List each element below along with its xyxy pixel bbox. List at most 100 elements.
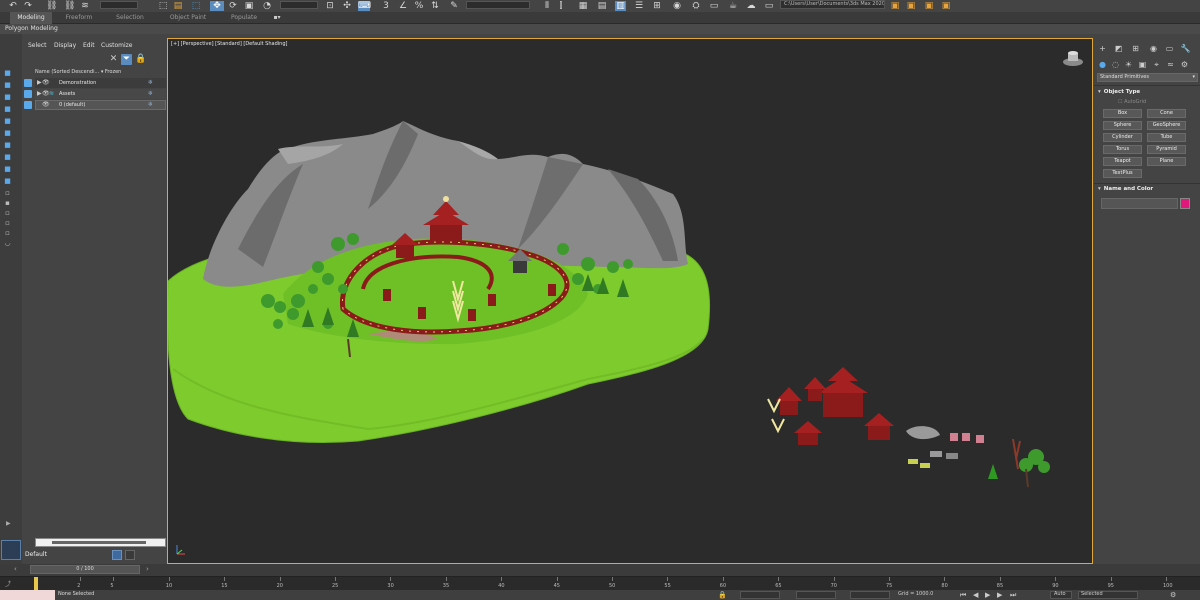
display-cameras-icon[interactable]: ■ [3, 130, 12, 137]
toggle-scene-explorer-icon[interactable]: ▦ [578, 1, 588, 11]
lock-selection-icon[interactable]: 🔒 [718, 590, 727, 600]
sphere-button[interactable]: Sphere [1103, 121, 1142, 130]
spinner-snap-icon[interactable]: ⇅ [430, 1, 440, 11]
x-coordinate-field[interactable] [740, 591, 780, 599]
display-xrefs-icon[interactable]: ■ [3, 178, 12, 185]
select-scale-icon[interactable]: ▣ [244, 1, 254, 11]
pivot-center-icon[interactable]: ⊡ [325, 1, 335, 11]
tab-modeling[interactable]: Modeling [10, 12, 52, 24]
align-icon[interactable]: ⫿ [556, 1, 566, 11]
select-rotate-icon[interactable]: ⟳ [228, 1, 238, 11]
snaps-toggle-icon[interactable]: 3 [381, 1, 391, 11]
display-lights-icon[interactable]: ■ [3, 118, 12, 125]
geosphere-button[interactable]: GeoSphere [1147, 121, 1186, 130]
filter-icon[interactable]: ⏷ [121, 54, 132, 65]
next-frame-icon[interactable]: ▶ [997, 590, 1002, 600]
lights-category-icon[interactable]: ☀ [1123, 60, 1134, 70]
viewcube-icon[interactable] [1062, 49, 1084, 67]
curve-editor-icon[interactable]: ☰ [634, 1, 644, 11]
tube-button[interactable]: Tube [1147, 133, 1186, 142]
sort-by-layer-toggle-icon[interactable] [112, 550, 122, 560]
create-tab-icon[interactable]: + [1097, 44, 1108, 54]
primitive-type-dropdown[interactable]: Standard Primitives ▾ [1097, 73, 1198, 82]
toggle-layer-explorer-icon[interactable]: ▤ [597, 1, 607, 11]
select-object-icon[interactable]: ⬚ [158, 1, 168, 11]
ribbon-panel-label[interactable]: Polygon Modeling [5, 24, 58, 34]
undo-icon[interactable]: ↶ [8, 1, 18, 11]
select-manipulate-icon[interactable]: ✣ [342, 1, 352, 11]
time-slider[interactable]: 0 / 100 [30, 565, 140, 574]
display-tab-icon[interactable]: ▭ [1164, 44, 1175, 54]
rectangular-selection-icon[interactable]: ⬚ [191, 1, 201, 11]
z-coordinate-field[interactable] [850, 591, 890, 599]
object-name-field[interactable] [1101, 198, 1178, 209]
systems-category-icon[interactable]: ⚙ [1179, 60, 1190, 70]
visibility-eye-icon[interactable]: 👁 [42, 78, 50, 88]
object-type-rollout[interactable]: ▾ Object Type [1098, 89, 1140, 95]
menu-display[interactable]: Display [54, 42, 76, 49]
shapes-category-icon[interactable]: ◌ [1110, 60, 1121, 70]
lock-icon[interactable]: 🔒 [135, 54, 146, 65]
current-layer-label[interactable]: Default [25, 549, 47, 561]
display-geometry-icon[interactable]: ■ [3, 94, 12, 101]
object-color-swatch[interactable] [1180, 198, 1190, 209]
expand-arrow-icon[interactable]: ▶ [37, 89, 42, 99]
material-editor-icon[interactable]: ◉ [672, 1, 682, 11]
helpers-category-icon[interactable]: ⌖ [1151, 60, 1162, 70]
edit-named-selection-icon[interactable]: ✎ [449, 1, 459, 11]
link-icon[interactable]: ⛓ [46, 1, 57, 11]
display-influences-icon[interactable]: ◡ [3, 240, 12, 247]
display-hidden-icon[interactable]: ▫ [3, 220, 12, 227]
display-frozen-icon[interactable]: ▫ [3, 210, 12, 217]
ribbon-options-icon[interactable]: ▪▾ [270, 12, 284, 24]
plane-button[interactable]: Plane [1147, 157, 1186, 166]
viewport-layout-thumbnail[interactable] [1, 540, 21, 560]
save-folder-icon[interactable]: ▣ [924, 1, 934, 11]
unlink-icon[interactable]: ⛓ [64, 1, 75, 11]
hierarchy-tab-icon[interactable]: ⊞ [1130, 44, 1141, 54]
sort-by-layer-icon[interactable]: ■ [3, 82, 12, 89]
freeze-snowflake-icon[interactable]: ❄ [148, 78, 153, 88]
display-containers-icon[interactable]: ▪ [3, 200, 12, 207]
display-all-icon[interactable]: ■ [3, 70, 12, 77]
sort-by-hierarchy-toggle-icon[interactable] [125, 550, 135, 560]
percent-snap-icon[interactable]: % [414, 1, 424, 11]
modify-tab-icon[interactable]: ◩ [1113, 44, 1124, 54]
viewport-label[interactable]: [+] [Perspective] [Standard] [Default Sh… [171, 41, 287, 47]
freeze-snowflake-icon[interactable]: ❄ [148, 89, 153, 99]
render-setup-icon[interactable]: ⛭ [691, 1, 701, 11]
expand-arrow-icon[interactable]: ▶ [37, 78, 42, 88]
textplus-button[interactable]: TextPlus [1103, 169, 1142, 178]
time-config-icon[interactable]: ⚙ [1170, 590, 1176, 600]
freeze-snowflake-icon[interactable]: ❄ [148, 100, 153, 110]
menu-edit[interactable]: Edit [83, 42, 95, 49]
go-to-end-icon[interactable]: ⏭ [1010, 590, 1016, 600]
maxscript-listener-field[interactable] [0, 590, 55, 600]
box-button[interactable]: Box [1103, 109, 1142, 118]
key-filter-icon[interactable]: ⤴ [5, 579, 11, 588]
utilities-tab-icon[interactable]: 🔧 [1180, 44, 1191, 54]
render-production-icon[interactable]: ☕ [728, 1, 738, 11]
play-icon[interactable]: ▶ [985, 590, 990, 600]
expand-panel-icon[interactable]: ▶ [6, 520, 11, 527]
select-by-name-icon[interactable]: ▤ [173, 1, 183, 11]
menu-customize[interactable]: Customize [101, 42, 133, 49]
tree-row-assets[interactable]: ▶ 👁 ≋ Assets ❄ [22, 89, 166, 100]
tab-populate[interactable]: Populate [222, 12, 266, 24]
perspective-viewport[interactable]: [+] [Perspective] [Standard] [Default Sh… [167, 38, 1093, 564]
tab-freeform[interactable]: Freeform [58, 12, 100, 24]
project-path-field[interactable]: C:\Users\User\Documents\3ds Max 2020 [780, 0, 885, 9]
display-bones-icon[interactable]: ▫ [3, 190, 12, 197]
pyramid-button[interactable]: Pyramid [1147, 145, 1186, 154]
time-prev-icon[interactable]: ‹ [14, 565, 17, 573]
tab-selection[interactable]: Selection [108, 12, 152, 24]
visibility-eye-icon[interactable]: 👁 [42, 100, 50, 110]
schematic-view-icon[interactable]: ⊞ [652, 1, 662, 11]
toggle-ribbon-icon[interactable]: ▥ [615, 1, 626, 11]
select-move-icon[interactable]: ✥ [210, 1, 224, 11]
y-coordinate-field[interactable] [796, 591, 836, 599]
render-in-cloud-icon[interactable]: ☁ [746, 1, 756, 11]
recent-folder-icon[interactable]: ▣ [941, 1, 951, 11]
cameras-category-icon[interactable]: ▣ [1137, 60, 1148, 70]
tab-object-paint[interactable]: Object Paint [160, 12, 216, 24]
